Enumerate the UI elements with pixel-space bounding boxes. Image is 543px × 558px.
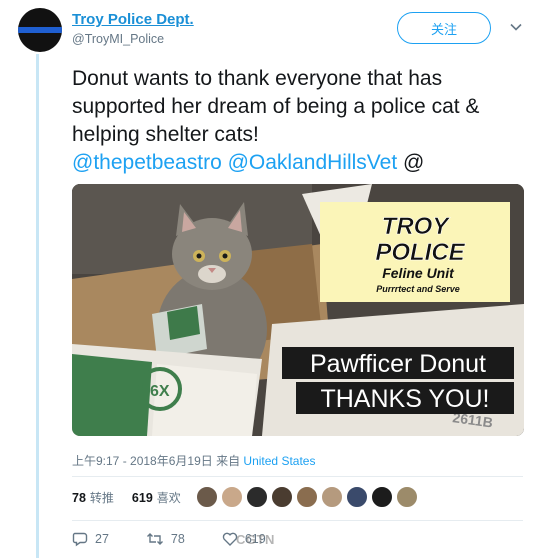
location-link[interactable]: United States	[243, 454, 315, 468]
caption-thanks: THANKS YOU!	[320, 385, 489, 413]
box-label: 6X	[150, 383, 170, 400]
reply-count: 27	[95, 532, 109, 546]
likes-label[interactable]: 喜欢	[157, 489, 181, 506]
tweet-text: Donut wants to thank everyone that has s…	[72, 65, 532, 177]
divider	[72, 476, 523, 477]
mention-link[interactable]: @OaklandHillsVet	[228, 151, 398, 174]
liker-avatar[interactable]	[371, 486, 393, 508]
likers-avatars	[196, 486, 418, 508]
retweet-button[interactable]: 78	[146, 531, 185, 547]
watermark: CGTN	[236, 532, 275, 547]
liker-avatar[interactable]	[271, 486, 293, 508]
avatar[interactable]	[18, 8, 62, 52]
tweet-body: Donut wants to thank everyone that has s…	[72, 67, 480, 146]
liker-avatar[interactable]	[321, 486, 343, 508]
liker-avatar[interactable]	[396, 486, 418, 508]
liker-avatar[interactable]	[196, 486, 218, 508]
caption-name: Pawfficer Donut	[310, 350, 486, 378]
tweet-photo[interactable]: 6X 2611B TROY POLICE Feline Unit Purrrte…	[72, 184, 524, 436]
sign-line-feline-unit: Feline Unit	[382, 265, 455, 281]
user-handle[interactable]: @TroyMI_Police	[72, 32, 164, 46]
sign-line-motto: Purrrtect and Serve	[376, 284, 460, 294]
tweet-meta: 上午9:17 - 2018年6月19日 来自 United States	[72, 452, 315, 469]
retweet-icon	[146, 531, 164, 547]
mention-link[interactable]: @thepetbeastro	[72, 151, 222, 174]
display-name[interactable]: Troy Police Dept.	[72, 11, 194, 28]
sign-line-police: POLICE	[375, 239, 465, 266]
chevron-down-icon[interactable]	[509, 20, 523, 34]
sign-line-troy: TROY	[382, 213, 451, 240]
mention-link[interactable]: @	[403, 151, 424, 174]
retweet-count: 78	[170, 532, 185, 546]
thin-blue-line-stripe	[18, 27, 62, 33]
reply-icon	[72, 531, 88, 547]
timestamp[interactable]: 上午9:17 - 2018年6月19日 来自	[72, 454, 240, 468]
reply-button[interactable]: 27	[72, 531, 109, 547]
follow-button[interactable]: 关注	[397, 12, 491, 44]
liker-avatar[interactable]	[221, 486, 243, 508]
retweets-count[interactable]: 78	[72, 491, 86, 505]
liker-avatar[interactable]	[296, 486, 318, 508]
divider	[72, 520, 523, 521]
retweets-label[interactable]: 转推	[90, 489, 114, 506]
engagement-stats: 78 转推 619 喜欢	[72, 489, 181, 506]
likes-count[interactable]: 619	[132, 491, 153, 505]
liker-avatar[interactable]	[246, 486, 268, 508]
liker-avatar[interactable]	[346, 486, 368, 508]
thread-line	[36, 54, 39, 558]
